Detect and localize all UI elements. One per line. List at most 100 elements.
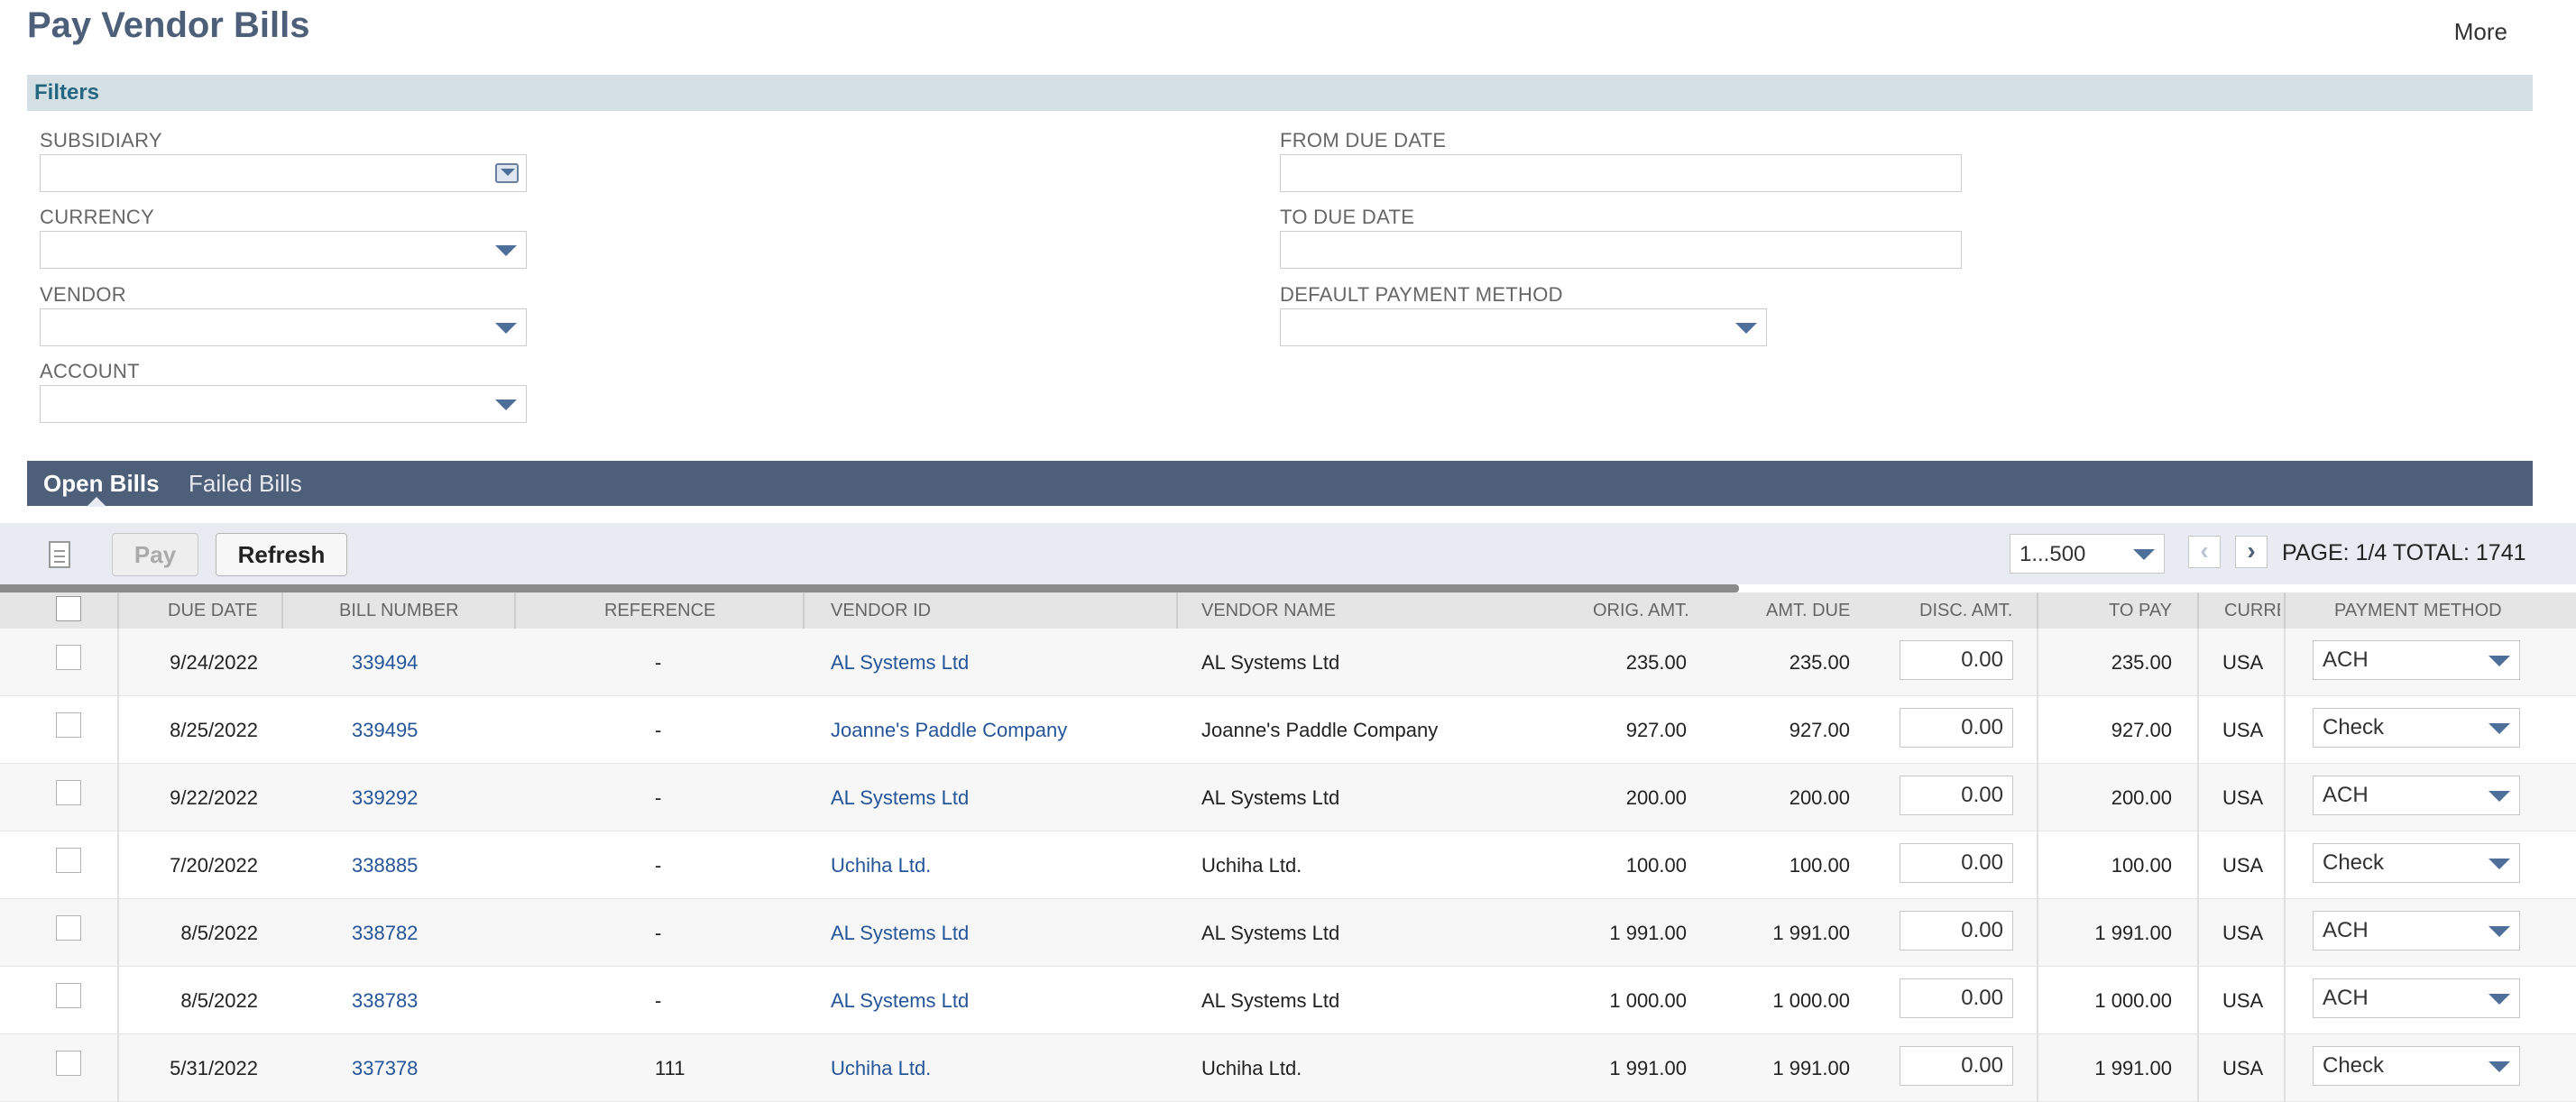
page-title: Pay Vendor Bills [27,5,310,45]
vendor-select[interactable] [40,308,527,346]
chevron-down-icon [2489,994,2510,1005]
orig-amt-cell: 1 991.00 [1609,1057,1687,1079]
vendor-id-link[interactable]: Uchiha Ltd. [831,831,931,899]
row-select-checkbox[interactable] [56,983,81,1008]
orig-amt-cell: 927.00 [1625,719,1687,741]
page-range-select[interactable]: 1...500 [2010,534,2165,574]
due-date-cell: 9/22/2022 [170,786,258,809]
reference-cell: - [655,651,662,674]
payment-method-select[interactable]: Check [2313,708,2520,748]
bill-number-link[interactable]: 338783 [352,967,418,1034]
col-bill-number[interactable]: BILL NUMBER [339,592,459,629]
bill-number-link[interactable]: 337378 [352,1034,418,1102]
amt-due-cell: 1 991.00 [1772,922,1850,944]
horizontal-scrollbar[interactable] [0,584,1739,592]
disc-amt-input[interactable]: 0.00 [1900,776,2013,815]
row-select-checkbox[interactable] [56,645,81,670]
due-date-cell: 8/25/2022 [170,719,258,741]
list-toolbar: Pay Refresh 1...500 ‹ › PAGE: 1/4 TOTAL:… [0,523,2576,584]
disc-amt-input[interactable]: 0.00 [1900,911,2013,950]
table-row[interactable]: 9/24/2022 339494 - AL Systems Ltd AL Systems… [0,629,2576,696]
due-date-cell: 7/20/2022 [170,854,258,877]
col-vendor-name[interactable]: VENDOR NAME [1201,592,1336,629]
bill-number-link[interactable]: 338885 [352,831,418,899]
row-select-checkbox[interactable] [56,848,81,873]
reference-cell: - [655,989,662,1012]
col-due-date[interactable]: DUE DATE [168,592,258,629]
to-due-date-input[interactable] [1280,231,1962,269]
default-payment-method-select[interactable] [1280,308,1767,346]
payment-method-select[interactable]: ACH [2313,640,2520,680]
row-select-checkbox[interactable] [56,780,81,805]
prev-page-button[interactable]: ‹ [2188,536,2221,568]
refresh-button[interactable]: Refresh [216,533,347,576]
chevron-down-icon [2489,723,2510,734]
col-amt-due[interactable]: AMT. DUE [1766,592,1850,629]
disc-amt-input[interactable]: 0.00 [1900,708,2013,748]
vendor-name-cell: AL Systems Ltd [1201,786,1340,809]
bill-number-link[interactable]: 339292 [352,764,418,831]
payment-method-select[interactable]: ACH [2313,978,2520,1018]
amt-due-cell: 1 000.00 [1772,989,1850,1012]
document-icon[interactable] [49,541,70,568]
to-pay-cell: 927.00 [2111,719,2172,741]
account-label: ACCOUNT [40,360,140,382]
col-vendor-id[interactable]: VENDOR ID [831,592,931,629]
table-row[interactable]: 8/25/2022 339495 - Joanne's Paddle Company J… [0,696,2576,764]
vendor-id-link[interactable]: AL Systems Ltd [831,967,969,1034]
payment-method-select[interactable]: ACH [2313,911,2520,950]
currency-select[interactable] [40,231,527,269]
more-menu-button[interactable]: More [2454,18,2507,46]
reference-cell: - [655,854,662,877]
vendor-id-link[interactable]: Joanne's Paddle Company [831,696,1067,764]
next-page-button[interactable]: › [2235,536,2268,568]
pay-button[interactable]: Pay [112,533,198,576]
table-row[interactable]: 5/31/2022 337378 111 Uchiha Ltd. Uchiha Ltd.… [0,1034,2576,1102]
disc-amt-input[interactable]: 0.00 [1900,978,2013,1018]
chevron-down-icon [2489,791,2510,802]
payment-method-select[interactable]: Check [2313,843,2520,883]
orig-amt-cell: 1 000.00 [1609,989,1687,1012]
chevron-down-icon [2133,549,2155,560]
col-payment-method[interactable]: PAYMENT METHOD [2334,592,2502,629]
select-all-checkbox[interactable] [56,596,81,621]
vendor-name-cell: Uchiha Ltd. [1201,1057,1302,1079]
subsidiary-select[interactable] [40,154,527,192]
row-select-checkbox[interactable] [56,1051,81,1076]
currency-cell: USA [2222,1057,2264,1079]
payment-method-select[interactable]: Check [2313,1046,2520,1086]
vendor-id-link[interactable]: AL Systems Ltd [831,764,969,831]
vendor-id-link[interactable]: AL Systems Ltd [831,629,969,696]
subsidiary-label: SUBSIDIARY [40,129,162,152]
tab-open-bills[interactable]: Open Bills [43,470,160,498]
row-select-checkbox[interactable] [56,712,81,738]
col-reference[interactable]: REFERENCE [604,592,715,629]
col-disc-amt[interactable]: DISC. AMT. [1919,592,2012,629]
disc-amt-input[interactable]: 0.00 [1900,843,2013,883]
popup-list-icon[interactable] [495,163,519,183]
filters-section-header[interactable]: Filters [27,75,2533,111]
col-orig-amt[interactable]: ORIG. AMT. [1593,592,1689,629]
vendor-id-link[interactable]: Uchiha Ltd. [831,1034,931,1102]
from-due-date-input[interactable] [1280,154,1962,192]
payment-method-value: Check [2323,1053,2385,1078]
row-select-checkbox[interactable] [56,915,81,941]
disc-amt-input[interactable]: 0.00 [1900,640,2013,680]
tab-failed-bills[interactable]: Failed Bills [189,470,302,498]
active-tab-indicator [87,497,106,507]
table-row[interactable]: 9/22/2022 339292 - AL Systems Ltd AL Systems… [0,764,2576,831]
table-row[interactable]: 7/20/2022 338885 - Uchiha Ltd. Uchiha Ltd. 10… [0,831,2576,899]
bill-number-link[interactable]: 339495 [352,696,418,764]
table-row[interactable]: 8/5/2022 338783 - AL Systems Ltd AL Systems … [0,967,2576,1034]
vendor-id-link[interactable]: AL Systems Ltd [831,899,969,967]
vendor-name-cell: AL Systems Ltd [1201,922,1340,944]
col-currency[interactable]: CURRE [2224,592,2280,629]
bill-number-link[interactable]: 338782 [352,899,418,967]
payment-method-select[interactable]: ACH [2313,776,2520,815]
bill-number-link[interactable]: 339494 [352,629,418,696]
account-select[interactable] [40,385,527,423]
disc-amt-input[interactable]: 0.00 [1900,1046,2013,1086]
table-row[interactable]: 8/5/2022 338782 - AL Systems Ltd AL Systems … [0,899,2576,967]
due-date-cell: 8/5/2022 [180,922,258,944]
col-to-pay[interactable]: TO PAY [2109,592,2172,629]
